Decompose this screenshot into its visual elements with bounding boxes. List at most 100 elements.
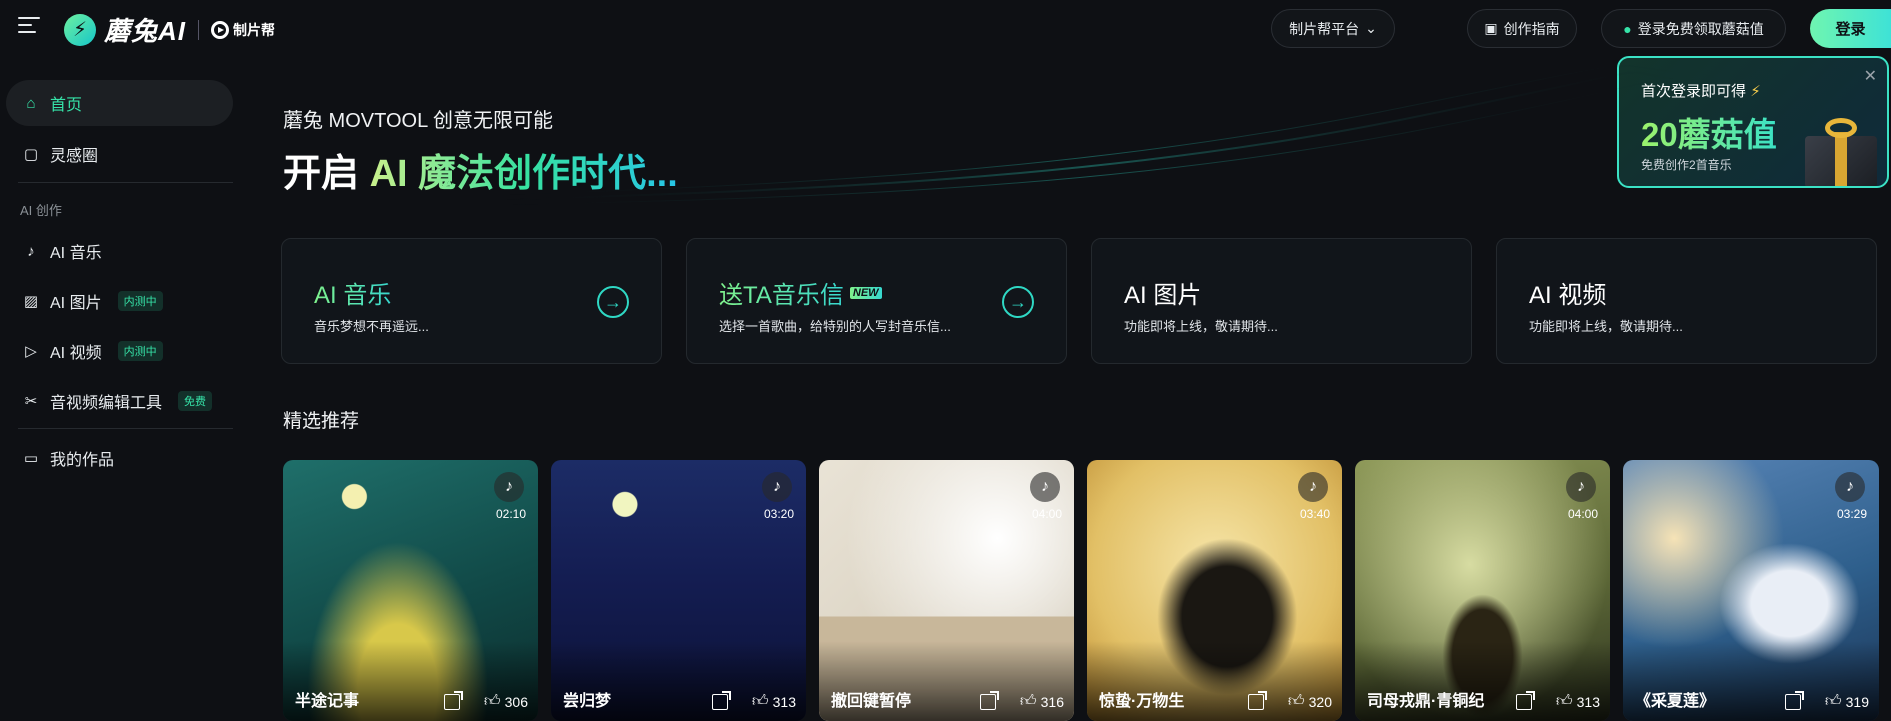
track-title: 司母戎鼎·青铜纪 xyxy=(1367,693,1485,710)
music-icon: ♪ xyxy=(27,242,35,260)
track-duration: 04:00 xyxy=(1567,507,1598,521)
track-title: 惊蛰·万物生 xyxy=(1099,693,1185,710)
music-note-icon[interactable]: ♪ xyxy=(494,472,524,502)
thumbs-up-icon: 👍︎ xyxy=(1287,693,1305,710)
music-note-icon[interactable]: ♪ xyxy=(762,472,792,502)
thumbs-up-icon: 👍︎ xyxy=(483,693,501,710)
feature-title: AI 音乐 xyxy=(314,275,391,310)
share-icon[interactable] xyxy=(1785,691,1804,710)
feature-desc: 功能即将上线，敬请期待... xyxy=(1529,319,1683,334)
track-title: 半途记事 xyxy=(295,693,360,710)
thumbs-up-icon: 👍︎ xyxy=(1824,693,1842,710)
music-note-icon[interactable]: ♪ xyxy=(1030,472,1060,502)
reward-label: 登录免费领取蘑菇值 xyxy=(1637,20,1764,37)
guide-button[interactable]: ▣ 创作指南 xyxy=(1467,9,1577,48)
divider xyxy=(18,428,233,429)
track-duration: 03:20 xyxy=(763,507,794,521)
feature-desc: 功能即将上线，敬请期待... xyxy=(1124,319,1278,334)
track-duration: 03:29 xyxy=(1836,507,1867,521)
track-title: 《采夏莲》 xyxy=(1635,693,1716,710)
divider xyxy=(18,182,233,183)
thumbs-up-icon: 👍︎ xyxy=(1555,693,1573,710)
login-button[interactable]: 登录 xyxy=(1810,9,1891,48)
sidebar-item-my-works[interactable]: ▭ 我的作品 xyxy=(6,435,233,481)
new-badge: NEW xyxy=(849,286,882,299)
play-circle-icon xyxy=(211,20,230,39)
music-note-icon[interactable]: ♪ xyxy=(1298,472,1328,502)
free-badge: 免费 xyxy=(178,391,213,411)
like-count: 316 xyxy=(1040,693,1064,710)
partner-logo: 制片帮 xyxy=(211,20,275,40)
share-icon[interactable] xyxy=(1248,691,1267,710)
sidebar-item-label: AI 图片 xyxy=(50,295,102,312)
track-card[interactable]: ♪ 02:10 半途记事 👍︎ 306 xyxy=(283,460,538,721)
partner-name: 制片帮 xyxy=(233,21,276,38)
sidebar-item-ai-music[interactable]: ♪ AI 音乐 xyxy=(6,228,233,274)
track-duration: 02:10 xyxy=(495,507,526,521)
home-icon: ⌂ xyxy=(26,94,36,112)
sidebar-item-ai-image[interactable]: ▨ AI 图片 内测中 xyxy=(6,278,233,324)
feature-card-ai-music[interactable]: AI 音乐 音乐梦想不再遥远... → xyxy=(281,238,662,364)
track-title: 尝归梦 xyxy=(563,693,612,710)
track-card[interactable]: ♪ 03:20 尝归梦 👍︎ 313 xyxy=(551,460,806,721)
sidebar-item-label: 首页 xyxy=(50,97,83,114)
share-icon[interactable] xyxy=(444,691,463,710)
beta-badge: 内测中 xyxy=(117,341,163,361)
sidebar-item-ai-video[interactable]: ▷ AI 视频 内测中 xyxy=(6,328,233,374)
like-button[interactable]: 👍︎ 320 xyxy=(1288,692,1332,711)
track-card[interactable]: ♪ 03:29 《采夏莲》 👍︎ 319 xyxy=(1623,460,1879,721)
like-button[interactable]: 👍︎ 319 xyxy=(1825,692,1869,711)
music-note-icon[interactable]: ♪ xyxy=(1835,472,1865,502)
like-count: 320 xyxy=(1308,693,1332,710)
share-icon[interactable] xyxy=(712,691,731,710)
share-icon[interactable] xyxy=(980,691,999,710)
track-title: 撤回键暂停 xyxy=(831,693,912,710)
guide-icon: ▣ xyxy=(1484,20,1498,36)
track-card[interactable]: ♪ 04:00 撤回键暂停 👍︎ 316 xyxy=(819,460,1074,721)
close-icon[interactable]: ✕ xyxy=(1864,66,1877,86)
share-icon[interactable] xyxy=(1516,691,1535,710)
like-count: 313 xyxy=(1576,693,1600,710)
like-button[interactable]: 👍︎ 306 xyxy=(484,692,528,711)
arrow-right-icon[interactable]: → xyxy=(597,286,629,318)
track-duration: 04:00 xyxy=(1031,507,1062,521)
brand-name: 蘑兔AI xyxy=(104,16,187,46)
sidebar-item-label: 我的作品 xyxy=(50,452,115,469)
track-duration: 03:40 xyxy=(1299,507,1330,521)
beta-badge: 内测中 xyxy=(117,291,163,311)
arrow-right-icon[interactable]: → xyxy=(1002,286,1034,318)
feature-title: AI 视频 xyxy=(1529,282,1607,309)
music-note-icon[interactable]: ♪ xyxy=(1566,472,1596,502)
mushroom-icon: ● xyxy=(1623,20,1632,37)
platform-dropdown[interactable]: 制片帮平台 ⌄ xyxy=(1271,9,1395,48)
like-button[interactable]: 👍︎ 316 xyxy=(1020,692,1064,711)
feature-desc: 音乐梦想不再遥远... xyxy=(314,319,429,334)
like-button[interactable]: 👍︎ 313 xyxy=(752,692,796,711)
logo[interactable]: ⚡ 蘑兔AI 制片帮 xyxy=(64,11,275,48)
platform-label: 制片帮平台 xyxy=(1289,20,1360,37)
sidebar-item-label: 音视频编辑工具 xyxy=(50,395,163,412)
feature-card-music-letter[interactable]: 送TA音乐信 NEW 选择一首歌曲，给特别的人写封音乐信... → xyxy=(686,238,1067,364)
feature-card-ai-image[interactable]: AI 图片 功能即将上线，敬请期待... xyxy=(1091,238,1472,364)
menu-icon[interactable] xyxy=(18,17,40,37)
feature-title: 送TA音乐信 NEW xyxy=(719,275,882,310)
sidebar-item-label: 灵感圈 xyxy=(50,148,99,165)
top-bar: ⚡ 蘑兔AI 制片帮 制片帮平台 ⌄ ▣ 创作指南 ● 登录免费领取蘑菇值 登录 xyxy=(0,0,1891,54)
scissors-icon: ✂ xyxy=(24,393,38,410)
track-card[interactable]: ♪ 04:00 司母戎鼎·青铜纪 👍︎ 313 xyxy=(1355,460,1610,721)
like-button[interactable]: 👍︎ 313 xyxy=(1556,692,1600,711)
divider xyxy=(198,19,200,40)
sidebar-item-inspiration[interactable]: ▢ 灵感圈 xyxy=(6,131,233,177)
sidebar-item-editor[interactable]: ✂ 音视频编辑工具 免费 xyxy=(6,378,233,424)
sidebar-item-home[interactable]: ⌂ 首页 xyxy=(6,80,233,126)
feature-card-ai-video[interactable]: AI 视频 功能即将上线，敬请期待... xyxy=(1496,238,1877,364)
sidebar-item-label: AI 视频 xyxy=(50,345,102,362)
thumbs-up-icon: 👍︎ xyxy=(751,693,769,710)
like-count: 319 xyxy=(1845,693,1869,710)
like-count: 313 xyxy=(772,693,796,710)
reward-button[interactable]: ● 登录免费领取蘑菇值 xyxy=(1601,9,1786,48)
gift-box-icon xyxy=(1797,106,1883,186)
track-card[interactable]: ♪ 03:40 惊蛰·万物生 👍︎ 320 xyxy=(1087,460,1342,721)
image-icon: ▨ xyxy=(23,293,39,310)
hero-title: 开启 AI 魔法创作时代... xyxy=(283,153,678,195)
